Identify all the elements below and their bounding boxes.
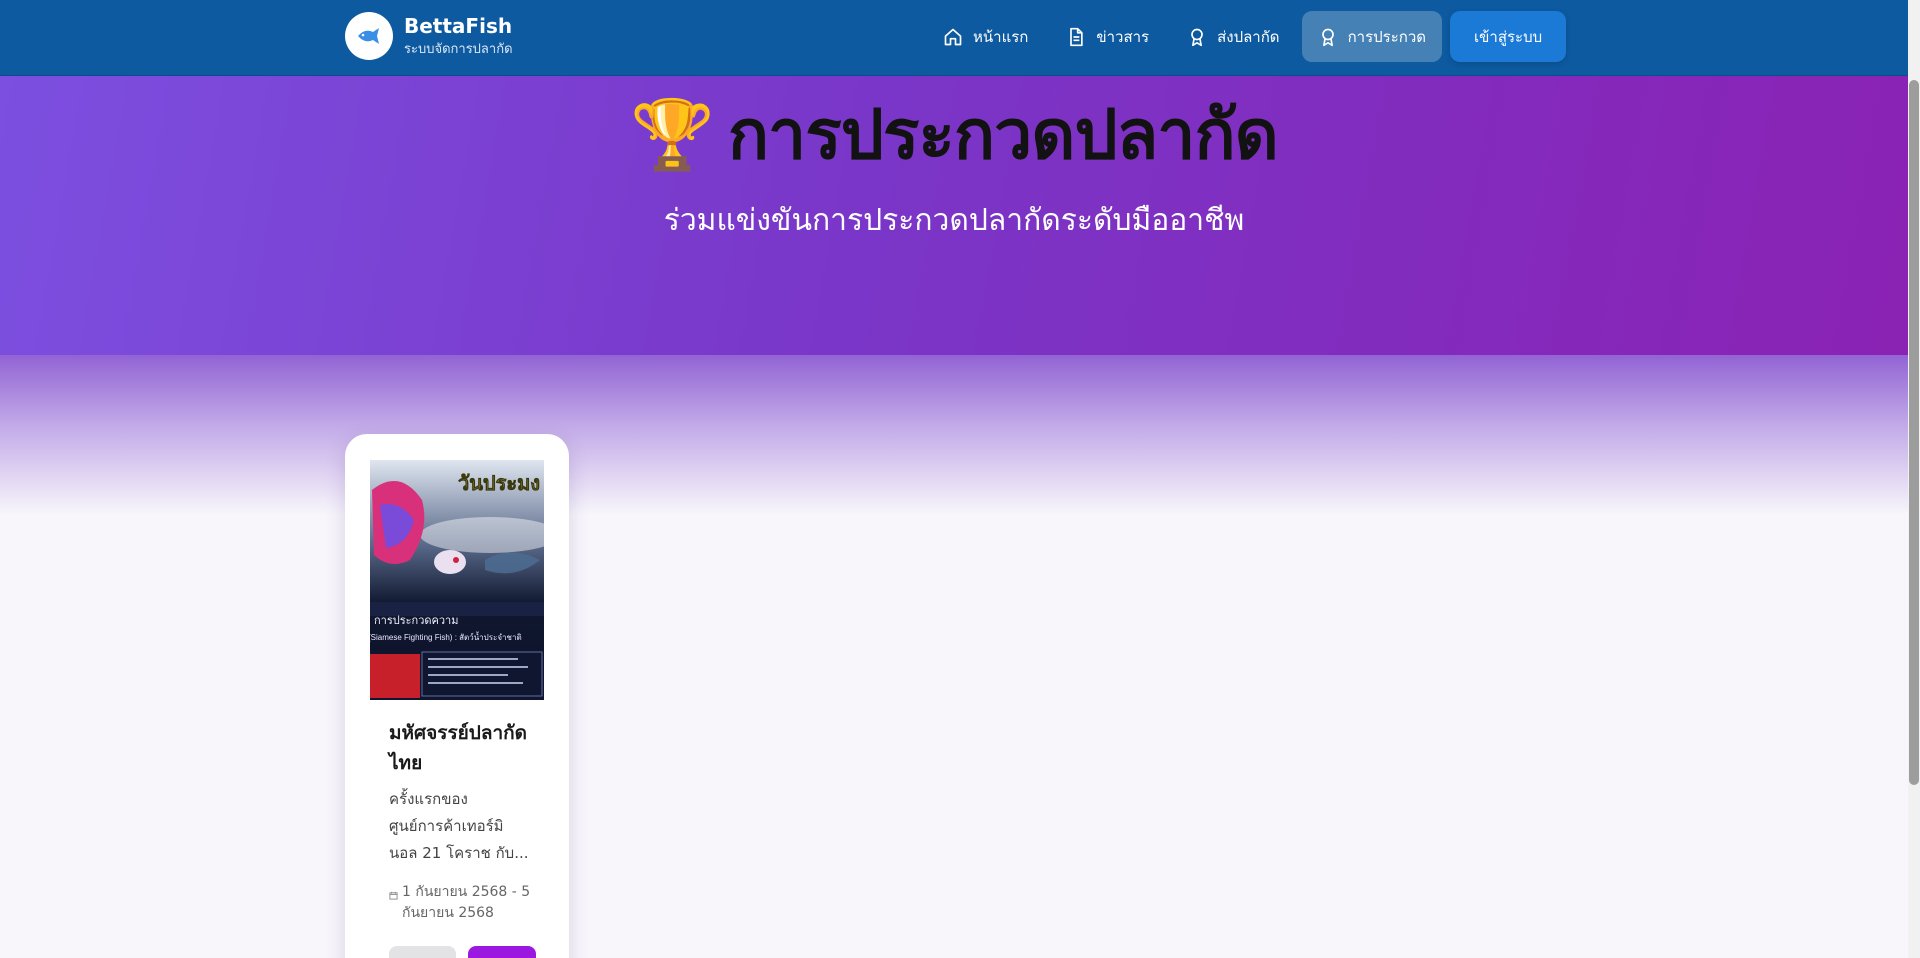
page-title-text: การประกวดปลากัด [727,96,1279,175]
page-title: 🏆 การประกวดปลากัด [0,88,1908,184]
top-navbar: BettaFish ระบบจัดการปลากัด หน้าแรก ข่าวส… [0,0,1908,76]
poster-line-2: (Siamese Fighting Fish) : สัตว์น้ำประจำช… [370,631,522,642]
award-icon [1191,28,1203,46]
document-icon [1070,27,1084,46]
home-icon [944,28,962,45]
nav-label: การประกวด [1347,27,1427,46]
fish-icon [345,12,393,60]
nav-item-submit-fish[interactable]: ส่งปลากัด [1171,11,1295,62]
brand[interactable]: BettaFish ระบบจัดการปลากัด [345,12,513,60]
join-button[interactable] [468,946,536,958]
contest-date-text: 1 กันยายน 2568 - 5 กันยายน 2568 [402,884,531,921]
login-button[interactable]: เข้าสู่ระบบ [1450,11,1567,62]
poster-line-1: การประกวดความ [374,615,459,627]
main-nav: หน้าแรก ข่าวสาร ส่งปลากัด การประกวด เข้า… [927,11,1567,62]
contest-poster-image[interactable]: วันประมง การประกวดความ (Siamese Fighting… [370,460,544,700]
award-icon [1321,28,1334,46]
contest-date: 1 กันยายน 2568 - 5 กันยายน 2568 [389,882,539,924]
contest-title: มหัศจรรย์ปลากัดไทย [389,722,528,774]
calendar-icon [389,882,398,924]
nav-label: ข่าวสาร [1096,27,1150,46]
contest-description: ครั้งแรกของศูนย์การค้าเทอร์มินอล 21 โครา… [389,790,529,862]
nav-label: ส่งปลากัด [1217,27,1280,46]
details-button[interactable] [389,946,456,958]
scrollbar-thumb[interactable] [1909,80,1919,785]
contest-card[interactable]: วันประมง การประกวดความ (Siamese Fighting… [345,434,569,958]
trophy-icon: 🏆 [630,96,715,175]
brand-subtitle: ระบบจัดการปลากัด [404,42,513,57]
hero-fade [0,355,1908,515]
poster-heading: วันประมง [458,473,540,495]
nav-item-news[interactable]: ข่าวสาร [1050,11,1165,62]
nav-item-home[interactable]: หน้าแรก [927,11,1044,62]
nav-item-contest[interactable]: การประกวด [1301,11,1443,62]
page-subtitle: ร่วมแข่งขันการประกวดปลากัดระดับมืออาชีพ [663,203,1245,238]
nav-label: หน้าแรก [973,27,1029,46]
brand-title: BettaFish [404,14,513,38]
